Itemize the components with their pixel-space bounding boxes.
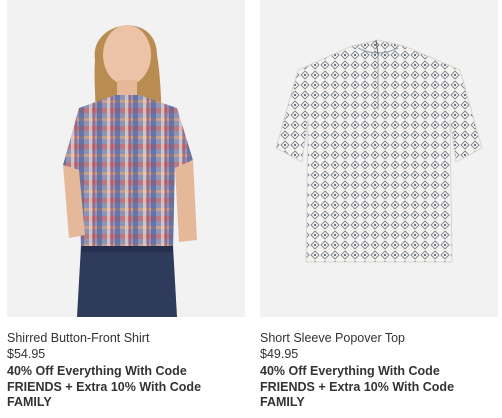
promo-text: 40% Off Everything With Code FRIENDS + E… (260, 364, 455, 409)
product-grid: Shirred Button-Front Shirt $54.95 40% Of… (0, 0, 502, 418)
product-card[interactable]: Short Sleeve Popover Top $49.95 40% Off … (260, 0, 498, 411)
product-name[interactable]: Shirred Button-Front Shirt (7, 331, 245, 346)
model-plaid-shirt-image (7, 0, 245, 317)
product-price: $54.95 (7, 347, 46, 361)
product-card[interactable]: Shirred Button-Front Shirt $54.95 40% Of… (7, 0, 245, 411)
product-price: $49.95 (260, 347, 299, 361)
product-name[interactable]: Short Sleeve Popover Top (260, 331, 498, 346)
promo-text: 40% Off Everything With Code FRIENDS + E… (7, 364, 202, 409)
product-image-link[interactable] (260, 0, 498, 317)
white-print-top-image (260, 0, 498, 317)
product-image-link[interactable] (7, 0, 245, 317)
